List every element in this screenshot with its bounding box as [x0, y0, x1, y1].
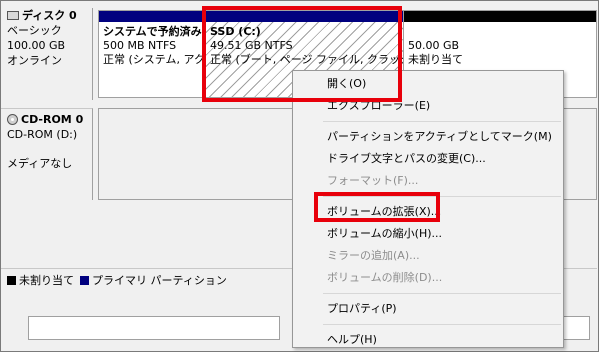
disk-0-name: ディスク 0 [22, 9, 77, 22]
menu-open[interactable]: 開く(O) [293, 73, 563, 95]
partition-title: SSD (C:) [210, 25, 261, 38]
menu-separator [323, 121, 561, 122]
disk-0-type: ベーシック [7, 24, 62, 37]
cdrom-drive: CD-ROM (D:) [7, 128, 78, 141]
menu-mark-active[interactable]: パーティションをアクティブとしてマーク(M) [293, 126, 563, 148]
menu-separator [323, 293, 561, 294]
primary-swatch [80, 276, 89, 285]
partition-size: 49.51 GB NTFS [210, 39, 293, 52]
disk-0-label[interactable]: ディスク 0 ベーシック 100.00 GB オンライン [1, 8, 93, 100]
partition-size: 50.00 GB [408, 39, 460, 52]
menu-help[interactable]: ヘルプ(H) [293, 329, 563, 351]
menu-separator [323, 196, 561, 197]
legend-unallocated-label: 未割り当て [19, 273, 74, 287]
legend-primary-label: プライマリ パーティション [92, 273, 227, 287]
menu-delete-volume[interactable]: ボリュームの削除(D)... [293, 267, 563, 289]
menu-extend-volume[interactable]: ボリュームの拡張(X)... [293, 201, 563, 223]
partition-system-reserved[interactable]: システムで予約済み 500 MB NTFS 正常 (システム, アク [99, 11, 206, 97]
bottom-pane-left[interactable] [28, 316, 280, 340]
partition-title [408, 25, 592, 39]
unallocated-swatch [7, 276, 16, 285]
context-menu: 開く(O) エクスプローラー(E) パーティションをアクティブとしてマーク(M)… [292, 70, 564, 348]
cdrom-0-label[interactable]: CD-ROM 0 CD-ROM (D:) メディアなし [1, 108, 93, 200]
menu-add-mirror[interactable]: ミラーの追加(A)... [293, 245, 563, 267]
menu-properties[interactable]: プロパティ(P) [293, 298, 563, 320]
legend-primary: プライマリ パーティション [80, 272, 227, 288]
menu-format[interactable]: フォーマット(F)... [293, 170, 563, 192]
cd-rom-icon [7, 114, 18, 125]
cdrom-status: メディアなし [7, 157, 73, 170]
disk-icon [7, 11, 19, 20]
partition-title: システムで予約済み [103, 25, 202, 38]
partition-status: 正常 (システム, アク [103, 53, 205, 66]
legend-unallocated: 未割り当て [7, 272, 74, 288]
partition-status: 未割り当て [408, 53, 463, 66]
disk-0-status: オンライン [7, 54, 62, 67]
partition-status: 正常 (ブート, ページ ファイル, クラッシュ [210, 53, 404, 66]
partition-size: 500 MB NTFS [103, 39, 177, 52]
menu-change-drive-letter[interactable]: ドライブ文字とパスの変更(C)... [293, 148, 563, 170]
cdrom-name: CD-ROM 0 [21, 113, 84, 126]
menu-shrink-volume[interactable]: ボリュームの縮小(H)... [293, 223, 563, 245]
menu-separator [323, 324, 561, 325]
disk-0-size: 100.00 GB [7, 39, 66, 52]
menu-explorer[interactable]: エクスプローラー(E) [293, 95, 563, 117]
